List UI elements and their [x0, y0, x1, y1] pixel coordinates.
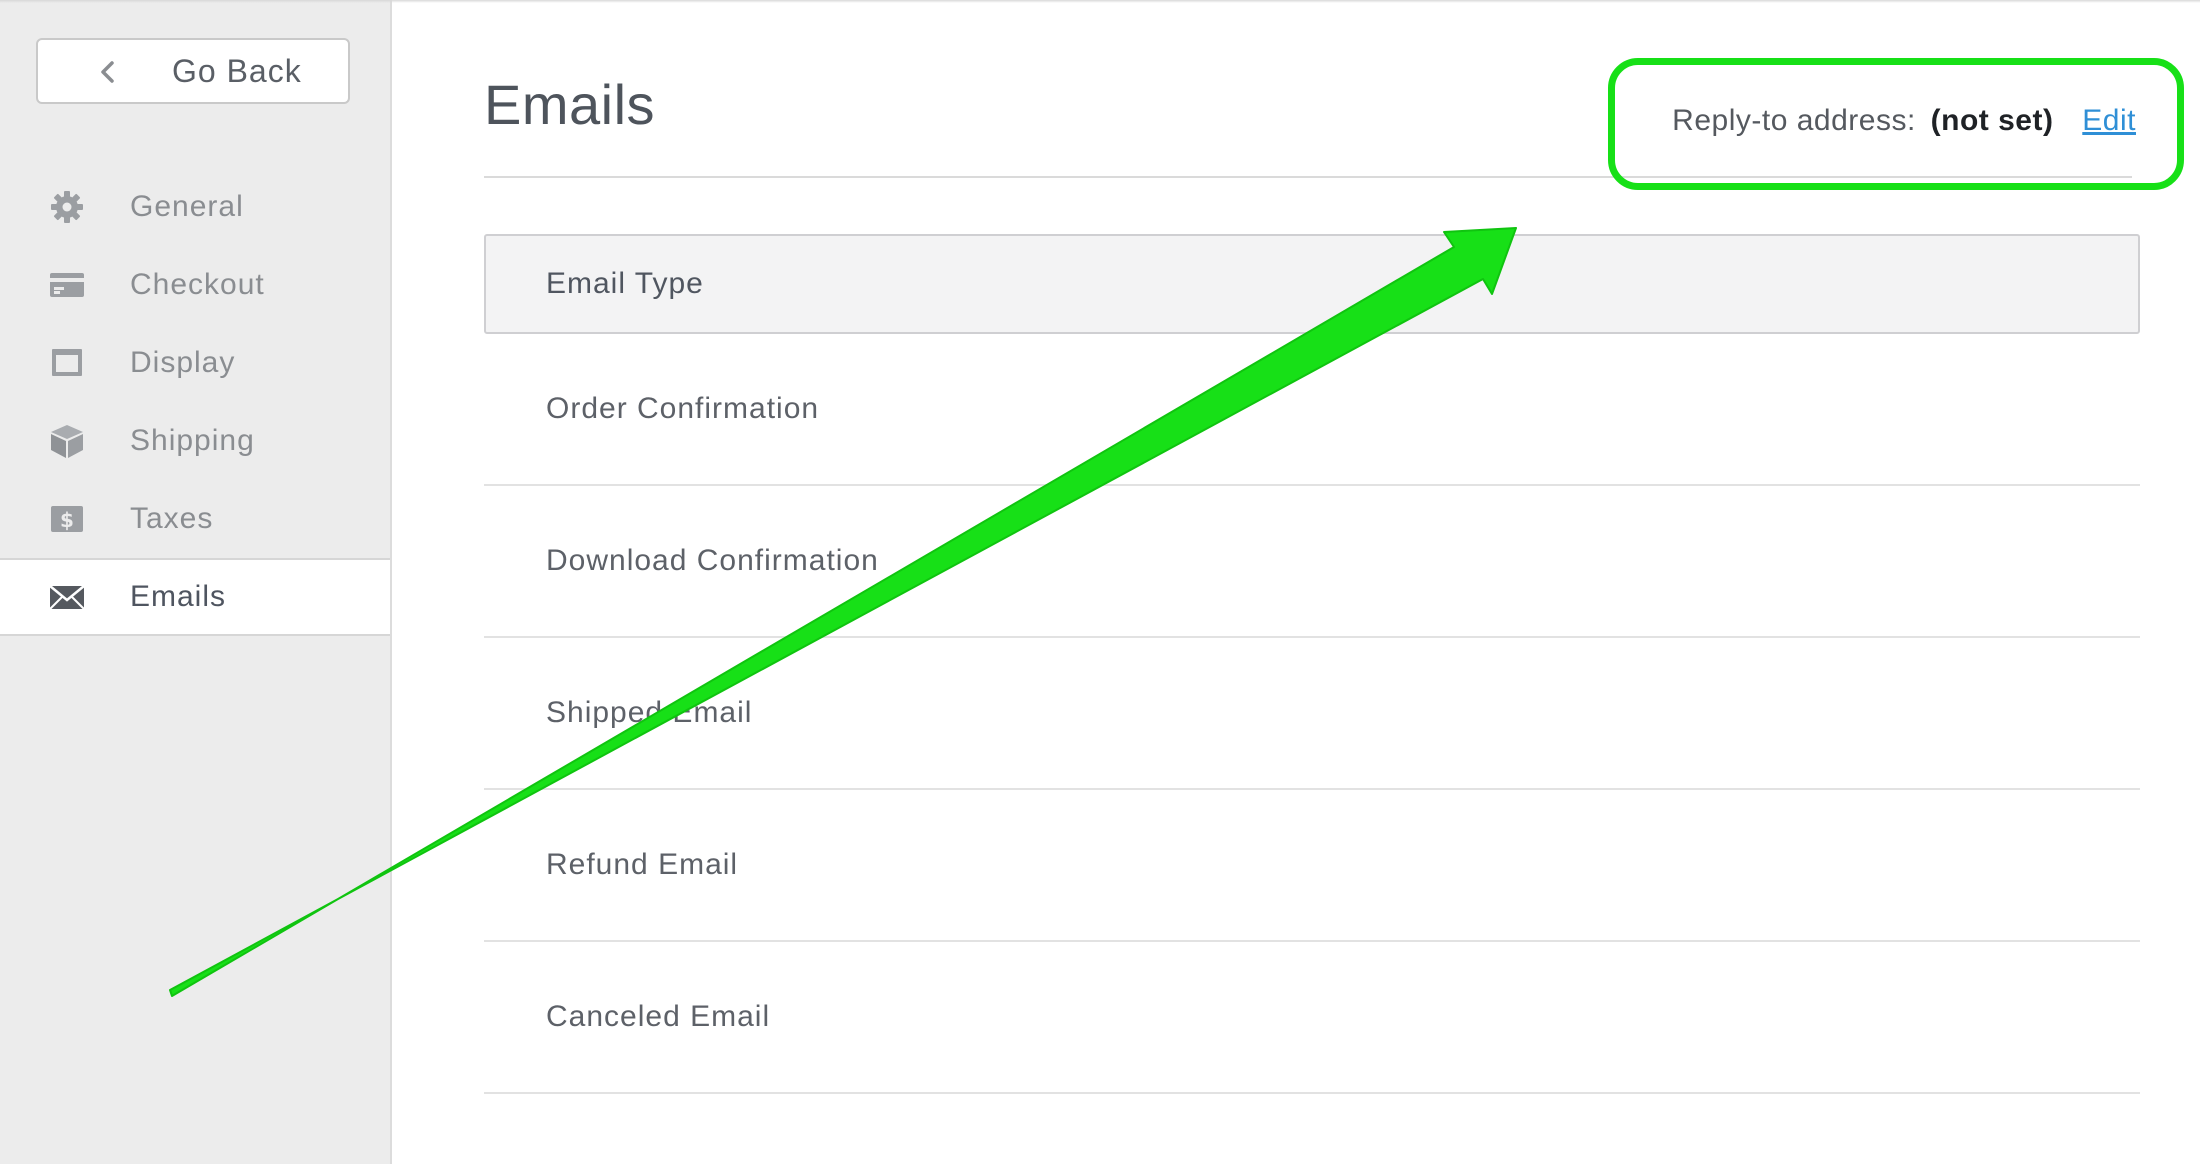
top-shadow — [0, 0, 2200, 3]
main-content: Emails Reply-to address: (not set) Edit … — [392, 0, 2200, 1164]
email-type-cell: Order Confirmation — [546, 392, 820, 425]
window-icon — [52, 349, 82, 376]
column-header-email-type: Email Type — [546, 267, 704, 300]
table-row[interactable]: Order Confirmation — [484, 334, 2140, 486]
table-row[interactable]: Canceled Email — [484, 942, 2140, 1094]
email-type-cell: Download Confirmation — [546, 544, 879, 577]
sidebar-item-label: Emails — [130, 580, 227, 613]
email-type-cell: Shipped Email — [546, 696, 753, 729]
reply-to-label: Reply-to address: — [1672, 104, 1916, 137]
sidebar-item-display[interactable]: Display — [0, 324, 390, 402]
chevron-left-icon — [101, 61, 114, 83]
gear-icon — [51, 191, 83, 223]
go-back-label: Go Back — [172, 53, 302, 89]
reply-to-address: Reply-to address: (not set) Edit — [1672, 104, 2136, 138]
sidebar-item-emails[interactable]: Emails — [0, 558, 390, 636]
sidebar: Go Back General Checkout Display Shippin… — [0, 0, 392, 1164]
table-row[interactable]: Download Confirmation — [484, 486, 2140, 638]
envelope-icon — [49, 585, 85, 610]
sidebar-item-label: Display — [130, 346, 236, 379]
title-divider — [484, 176, 2132, 178]
go-back-button[interactable]: Go Back — [36, 38, 350, 104]
credit-card-icon — [50, 273, 84, 297]
sidebar-item-general[interactable]: General — [0, 168, 390, 246]
box-icon — [51, 425, 83, 458]
sidebar-item-label: Shipping — [130, 424, 255, 457]
table-header: Email Type — [484, 234, 2140, 334]
edit-reply-to-link[interactable]: Edit — [2082, 104, 2136, 137]
email-type-cell: Canceled Email — [546, 1000, 771, 1033]
settings-page: Go Back General Checkout Display Shippin… — [0, 0, 2200, 1164]
svg-text:$: $ — [60, 508, 74, 532]
sidebar-item-taxes[interactable]: $ Taxes — [0, 480, 390, 558]
sidebar-item-label: Taxes — [130, 502, 214, 535]
sidebar-item-label: Checkout — [130, 268, 265, 301]
email-type-cell: Refund Email — [546, 848, 739, 881]
sidebar-item-shipping[interactable]: Shipping — [0, 402, 390, 480]
reply-to-value: (not set) — [1930, 104, 2054, 137]
email-types-table: Email Type Order Confirmation Download C… — [484, 234, 2140, 1094]
page-title: Emails — [484, 73, 656, 136]
sidebar-item-label: General — [130, 190, 244, 223]
table-row[interactable]: Shipped Email — [484, 638, 2140, 790]
table-row[interactable]: Refund Email — [484, 790, 2140, 942]
sidebar-nav: General Checkout Display Shipping $ Taxe… — [0, 168, 390, 636]
dollar-icon: $ — [51, 506, 83, 532]
sidebar-item-checkout[interactable]: Checkout — [0, 246, 390, 324]
